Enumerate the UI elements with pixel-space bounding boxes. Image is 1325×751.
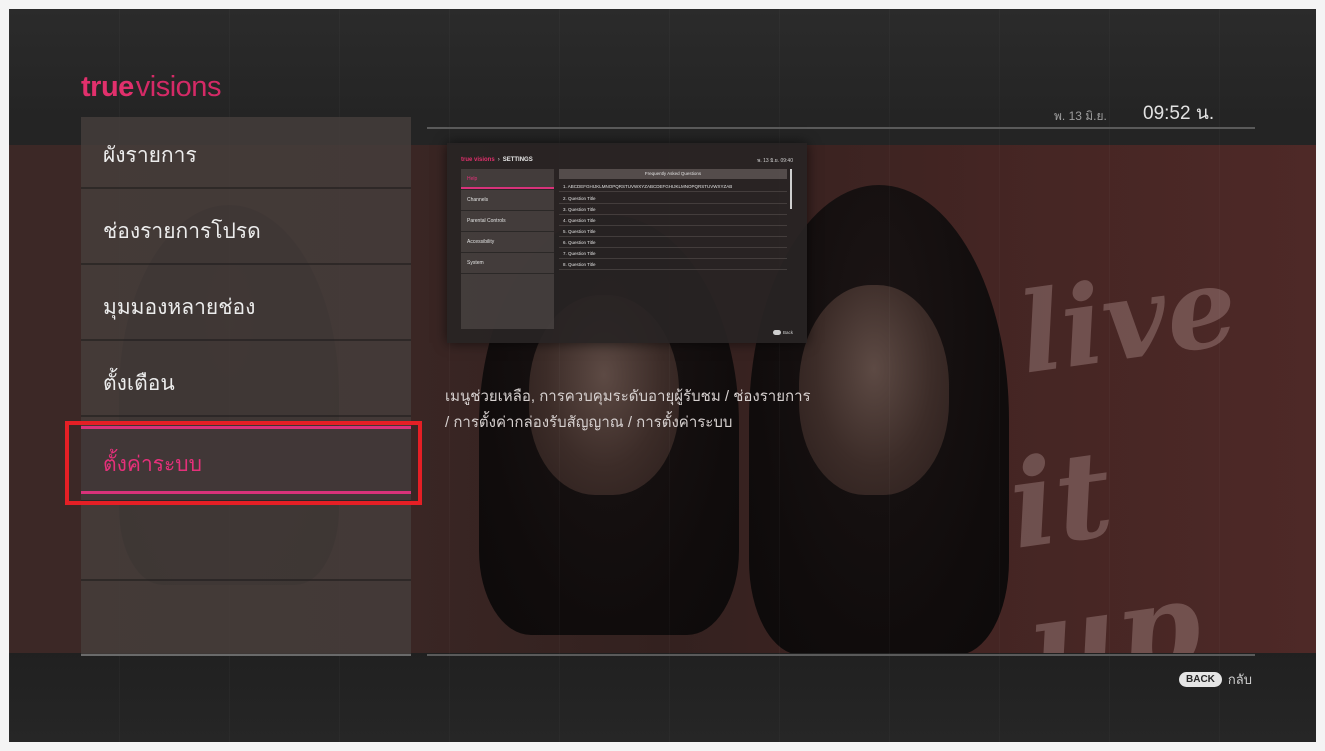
preview-question-text: 6. Question Title: [563, 240, 596, 245]
sidebar-menu: ผังรายการ ช่องรายการโปรด มุมมองหลายช่อง …: [81, 117, 411, 655]
preview-back-label: Back: [782, 330, 793, 335]
footer-divider: [427, 654, 1255, 656]
sidebar-empty-slot: [81, 505, 411, 581]
header-date: พ. 13 มิ.ย.: [1054, 109, 1107, 123]
logo-visions: visions: [135, 71, 222, 103]
sidebar-item-reminders[interactable]: ตั้งเตือน: [81, 345, 411, 417]
preview-nav-accessibility: Accessibility: [461, 232, 554, 253]
back-label: กลับ: [1227, 672, 1252, 687]
preview-nav-label: Parental Controls: [467, 218, 506, 224]
selection-highlight-box: [65, 421, 422, 505]
preview-question: 7. Question Title: [559, 248, 787, 259]
logo-true: true: [81, 71, 134, 103]
preview-faq-header: Frequently Asked Questions: [559, 169, 787, 179]
sidebar-item-label: ช่องรายการโปรด: [103, 220, 261, 243]
preview-question: 6. Question Title: [559, 237, 787, 248]
truevisions-logo: truevisions: [81, 71, 221, 104]
preview-sidebar: Help Channels Parental Controls Accessib…: [461, 169, 554, 329]
header-divider: [427, 127, 1255, 129]
back-hint[interactable]: BACK กลับ: [1179, 669, 1252, 690]
preview-nav-help: Help: [461, 169, 554, 190]
preview-question: 5. Question Title: [559, 226, 787, 237]
preview-time: พ. 13 มิ.ย. 09:40: [757, 158, 793, 164]
preview-nav-label: Help: [467, 176, 478, 182]
settings-preview: true visions › SETTINGS พ. 13 มิ.ย. 09:40 …: [447, 143, 807, 343]
back-key-icon: BACK: [1179, 672, 1222, 687]
sidebar-bottom-divider: [81, 654, 411, 656]
preview-scrollbar: [790, 169, 792, 209]
preview-question: 8. Question Title: [559, 259, 787, 270]
sidebar-item-label: มุมมองหลายช่อง: [103, 296, 256, 319]
preview-nav-label: System: [467, 260, 484, 266]
preview-question: 2. Question Title: [559, 193, 787, 204]
preview-logo-text: true visions: [461, 157, 495, 163]
preview-nav-label: Channels: [467, 197, 489, 203]
description-line-2: / การตั้งค่ากล่องรับสัญญาณ / การตั้งค่าร…: [445, 414, 733, 431]
sidebar-item-label: ตั้งเตือน: [103, 372, 175, 395]
description-line-1: เมนูช่วยเหลือ, การควบคุมระดับอายุผู้รับช…: [445, 388, 811, 405]
preview-question-text: 1. ABCDEFGHIJKLMNOPQRSTUVWXYZABCDEFGHIJK…: [563, 184, 733, 189]
header-time: 09:52 น.: [1143, 103, 1215, 124]
preview-question-text: 2. Question Title: [563, 196, 596, 201]
preview-question-text: 5. Question Title: [563, 229, 596, 234]
preview-nav-system: System: [461, 253, 554, 274]
sidebar-item-label: ผังรายการ: [103, 144, 197, 167]
settings-description: เมนูช่วยเหลือ, การควบคุมระดับอายุผู้รับช…: [445, 384, 865, 436]
sidebar-item-favorites[interactable]: ช่องรายการโปรด: [81, 193, 411, 265]
preview-logo: true visions › SETTINGS: [461, 157, 533, 163]
preview-nav-label: Accessibility: [467, 239, 495, 245]
preview-question: 4. Question Title: [559, 215, 787, 226]
tv-screen: live it up truevisions พ. 13 มิ.ย. 09:52…: [9, 9, 1316, 742]
preview-nav-channels: Channels: [461, 190, 554, 211]
preview-question: 1. ABCDEFGHIJKLMNOPQRSTUVWXYZABCDEFGHIJK…: [559, 181, 787, 192]
preview-back-hint: Back: [773, 330, 793, 335]
preview-nav-parental: Parental Controls: [461, 211, 554, 232]
preview-section: SETTINGS: [502, 157, 533, 163]
sidebar-item-guide[interactable]: ผังรายการ: [81, 117, 411, 189]
preview-question-text: 7. Question Title: [563, 251, 596, 256]
preview-faq-title: Frequently Asked Questions: [644, 171, 702, 176]
poster-live-graphic: live: [1011, 240, 1245, 399]
preview-question: 3. Question Title: [559, 204, 787, 215]
preview-question-text: 4. Question Title: [563, 218, 596, 223]
preview-question-text: 8. Question Title: [563, 262, 596, 267]
preview-question-text: 3. Question Title: [563, 207, 596, 212]
poster-itup-graphic: it up: [1000, 422, 1210, 653]
sidebar-item-multiview[interactable]: มุมมองหลายช่อง: [81, 269, 411, 341]
